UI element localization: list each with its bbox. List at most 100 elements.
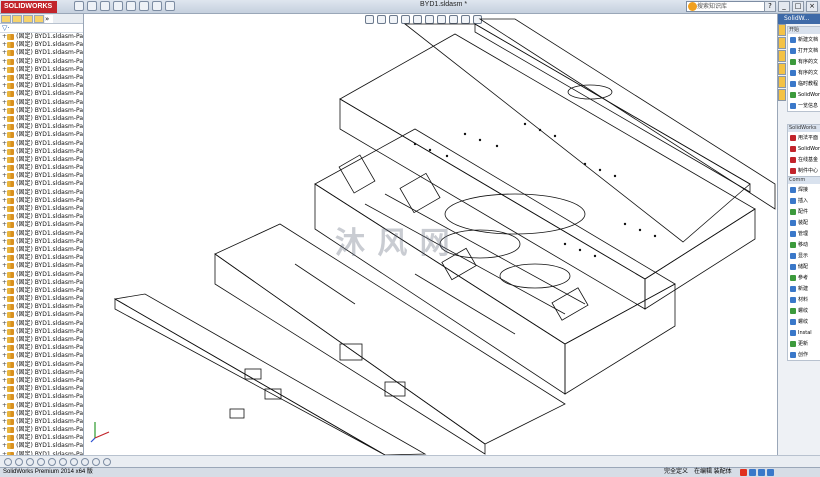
keyboard-icon[interactable] — [758, 469, 765, 476]
feature-tree-item[interactable]: + (固定) BYD1.sldasm-Pa — [0, 131, 83, 139]
input-method-icon[interactable] — [740, 469, 747, 476]
task-pane-link[interactable]: 储配 — [788, 261, 820, 272]
display-manager-tab[interactable] — [34, 15, 44, 23]
view-palette-tab[interactable] — [778, 63, 786, 75]
feature-tree-item[interactable]: + (固定) BYD1.sldasm-Pa — [0, 369, 83, 377]
feature-tree-item[interactable]: + (固定) BYD1.sldasm-Pa — [0, 410, 83, 418]
task-pane-link[interactable]: 制件中心 — [788, 165, 820, 176]
feature-tree-item[interactable]: + (固定) BYD1.sldasm-Pa — [0, 74, 83, 82]
spline-tool-icon[interactable] — [59, 457, 67, 466]
custom-properties-tab[interactable] — [778, 89, 786, 101]
property-manager-tab[interactable] — [12, 15, 22, 23]
task-pane-link[interactable]: 材料 — [788, 294, 820, 305]
feature-tree-item[interactable]: + (固定) BYD1.sldasm-Pa — [0, 58, 83, 66]
feature-tree-item[interactable]: + (固定) BYD1.sldasm-Pa — [0, 270, 83, 278]
new-document-icon[interactable] — [74, 1, 84, 11]
configuration-tab[interactable] — [23, 15, 33, 23]
task-pane-link[interactable]: 在线基金 — [788, 154, 820, 165]
solidworks-logo[interactable]: SOLIDWORKS — [1, 1, 57, 13]
feature-tree-item[interactable]: + (固定) BYD1.sldasm-Pa — [0, 164, 83, 172]
task-pane-link[interactable]: 焊接 — [788, 184, 820, 195]
task-pane-link[interactable]: 更新 — [788, 338, 820, 349]
task-pane-link[interactable]: 配件 — [788, 206, 820, 217]
feature-tree-item[interactable]: + (固定) BYD1.sldasm-Pa — [0, 246, 83, 254]
open-folder-icon[interactable] — [87, 1, 97, 11]
help-icon[interactable]: ? — [764, 1, 776, 12]
task-pane-link[interactable]: 用法平面 — [788, 132, 820, 143]
task-pane-link[interactable]: 管理 — [788, 228, 820, 239]
task-pane-link[interactable]: 移动 — [788, 239, 820, 250]
feature-tree-item[interactable]: + (固定) BYD1.sldasm-Pa — [0, 221, 83, 229]
feature-tree-item[interactable]: + (固定) BYD1.sldasm-Pa — [0, 311, 83, 319]
task-pane-link[interactable]: 有序的文 — [788, 67, 820, 78]
feature-tree-item[interactable]: + (固定) BYD1.sldasm-Pa — [0, 230, 83, 238]
feature-tree-item[interactable]: + (固定) BYD1.sldasm-Pa — [0, 393, 83, 401]
save-icon[interactable] — [100, 1, 110, 11]
feature-tree-item[interactable]: + (固定) BYD1.sldasm-Pa — [0, 377, 83, 385]
undo-icon[interactable] — [126, 1, 136, 11]
feature-tree-item[interactable]: + (固定) BYD1.sldasm-Pa — [0, 148, 83, 156]
feature-tree-item[interactable]: + (固定) BYD1.sldasm-Pa — [0, 442, 83, 450]
design-library-tab[interactable] — [778, 37, 786, 49]
task-pane-link[interactable]: 创作 — [788, 349, 820, 360]
task-pane-link[interactable]: 显示 — [788, 250, 820, 261]
line-tool-icon[interactable] — [26, 457, 34, 466]
feature-tree-item[interactable]: + (固定) BYD1.sldasm-Pa — [0, 238, 83, 246]
feature-tree-item[interactable]: + (固定) BYD1.sldasm-Pa — [0, 49, 83, 57]
feature-tree-item[interactable]: + (固定) BYD1.sldasm-Pa — [0, 426, 83, 434]
feature-tree-item[interactable]: + (固定) BYD1.sldasm-Pa — [0, 156, 83, 164]
language-icon[interactable] — [749, 469, 756, 476]
task-pane-link[interactable]: 新建 — [788, 283, 820, 294]
feature-tree-item[interactable]: + (固定) BYD1.sldasm-Pa — [0, 115, 83, 123]
task-pane-link[interactable]: 有序的文 — [788, 56, 820, 67]
feature-tree-item[interactable]: + (固定) BYD1.sldasm-Pa — [0, 262, 83, 270]
feature-tree-item[interactable]: + (固定) BYD1.sldasm-Pa — [0, 139, 83, 147]
feature-tree-item[interactable]: + (固定) BYD1.sldasm-Pa — [0, 99, 83, 107]
feature-tree-tab[interactable] — [1, 15, 11, 23]
task-pane-link[interactable]: 打开文档 — [788, 45, 820, 56]
feature-tree-item[interactable]: + (固定) BYD1.sldasm-Pa — [0, 295, 83, 303]
feature-tree-item[interactable]: + (固定) BYD1.sldasm-Pa — [0, 279, 83, 287]
feature-tree-item[interactable]: + (固定) BYD1.sldasm-Pa — [0, 189, 83, 197]
task-pane-link[interactable]: 一览信息 — [788, 100, 820, 111]
feature-tree-item[interactable]: + (固定) BYD1.sldasm-Pa — [0, 90, 83, 98]
feature-tree-item[interactable]: + (固定) BYD1.sldasm-Pa — [0, 66, 83, 74]
minimize-button[interactable]: _ — [778, 1, 790, 12]
feature-tree-item[interactable]: + (固定) BYD1.sldasm-Pa — [0, 328, 83, 336]
options-icon[interactable] — [165, 1, 175, 11]
feature-tree-item[interactable]: + (固定) BYD1.sldasm-Pa — [0, 205, 83, 213]
task-pane-link[interactable]: 螺纹 — [788, 305, 820, 316]
appearances-tab[interactable] — [778, 76, 786, 88]
mirror-tool-icon[interactable] — [92, 457, 100, 466]
task-pane-header[interactable]: SolidW... — [778, 14, 820, 24]
task-pane-link[interactable]: 临时教程 — [788, 78, 820, 89]
point-tool-icon[interactable] — [70, 457, 78, 466]
file-explorer-tab[interactable] — [778, 50, 786, 62]
feature-tree-item[interactable]: + (固定) BYD1.sldasm-Pa — [0, 418, 83, 426]
circle-tool-icon[interactable] — [4, 457, 12, 466]
polygon-tool-icon[interactable] — [48, 457, 56, 466]
feature-tree-item[interactable]: + (固定) BYD1.sldasm-Pa — [0, 401, 83, 409]
task-pane-link[interactable]: Instal — [788, 327, 820, 338]
select-icon[interactable] — [139, 1, 149, 11]
graphics-area[interactable]: 沐 风 网 — [85, 14, 777, 455]
maximize-button[interactable]: □ — [792, 1, 804, 12]
chevron-right-icon[interactable]: » — [45, 15, 53, 23]
feature-tree-item[interactable]: + (固定) BYD1.sldasm-Pa — [0, 287, 83, 295]
task-pane-link[interactable]: 插入 — [788, 195, 820, 206]
rebuild-icon[interactable] — [152, 1, 162, 11]
dimension-tool-icon[interactable] — [103, 457, 111, 466]
task-pane-link[interactable]: SolidWor — [788, 143, 820, 154]
arc-tool-icon[interactable] — [15, 457, 23, 466]
settings-icon[interactable] — [767, 469, 774, 476]
task-pane-link[interactable]: 参考 — [788, 272, 820, 283]
feature-tree-item[interactable]: + (固定) BYD1.sldasm-Pa — [0, 197, 83, 205]
rectangle-tool-icon[interactable] — [37, 457, 45, 466]
feature-tree-item[interactable]: + (固定) BYD1.sldasm-Pa — [0, 361, 83, 369]
task-pane-link[interactable]: SolidWor — [788, 89, 820, 100]
task-pane-link[interactable]: 螺纹 — [788, 316, 820, 327]
feature-tree-item[interactable]: + (固定) BYD1.sldasm-Pa — [0, 336, 83, 344]
feature-tree-item[interactable]: + (固定) BYD1.sldasm-Pa — [0, 33, 83, 41]
feature-tree-item[interactable]: + (固定) BYD1.sldasm-Pa — [0, 107, 83, 115]
close-button[interactable]: × — [806, 1, 818, 12]
